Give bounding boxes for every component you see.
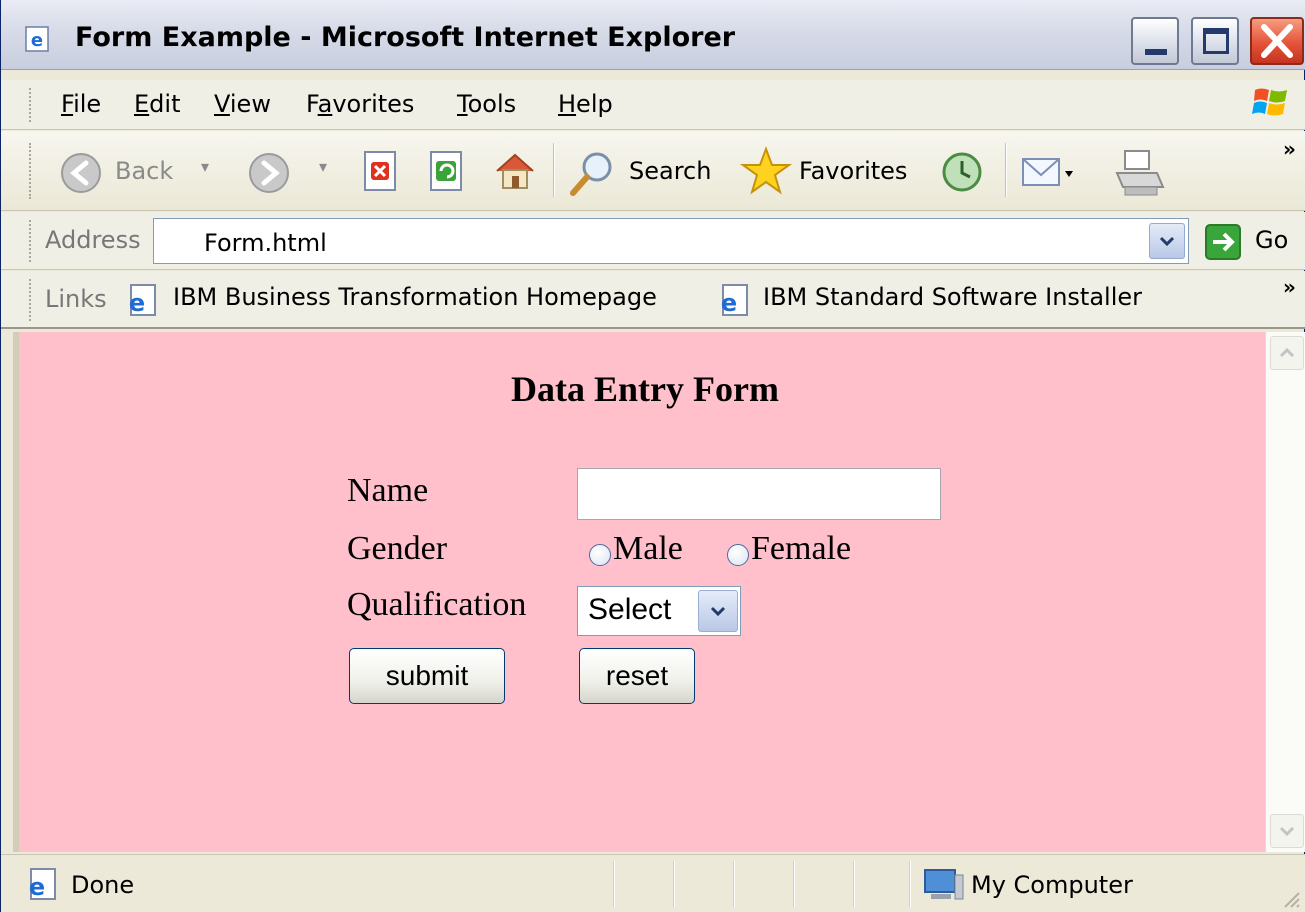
qualification-selected-value: Select bbox=[588, 593, 672, 626]
search-magnifier-icon[interactable] bbox=[567, 149, 619, 199]
favorites-star-icon[interactable] bbox=[739, 145, 793, 199]
browser-window: e Form Example - Microsoft Internet Expl… bbox=[0, 0, 1305, 912]
minimize-icon bbox=[1145, 49, 1167, 55]
window-title: Form Example - Microsoft Internet Explor… bbox=[75, 22, 736, 53]
ie-page-icon: e bbox=[29, 868, 56, 901]
gender-label: Gender bbox=[347, 530, 448, 567]
status-divider bbox=[853, 861, 855, 907]
refresh-icon[interactable] bbox=[427, 149, 467, 195]
page-content: Data Entry Form Name Gender Male Female … bbox=[13, 332, 1265, 852]
address-dropdown-button[interactable] bbox=[1149, 223, 1185, 259]
status-divider bbox=[733, 861, 735, 907]
qualification-select[interactable]: Select bbox=[577, 586, 741, 636]
chevron-down-icon bbox=[710, 606, 726, 617]
menu-bar: File Edit View Favorites Tools Help bbox=[1, 80, 1305, 130]
address-value: Form.html bbox=[204, 229, 327, 257]
menu-file[interactable]: File bbox=[61, 90, 101, 118]
forward-arrow-icon[interactable] bbox=[247, 151, 291, 195]
status-divider bbox=[673, 861, 675, 907]
scroll-up-button[interactable] bbox=[1270, 336, 1304, 370]
gender-female-radio[interactable] bbox=[727, 544, 749, 566]
forward-dropdown-icon[interactable]: ▾ bbox=[319, 157, 327, 176]
my-computer-icon bbox=[924, 869, 964, 900]
toolbar-separator bbox=[553, 143, 555, 197]
windows-logo-icon bbox=[1252, 88, 1287, 116]
submit-button[interactable]: submit bbox=[349, 648, 505, 704]
menu-grip[interactable] bbox=[29, 88, 33, 122]
maximize-icon bbox=[1203, 28, 1229, 54]
menu-tools[interactable]: Tools bbox=[457, 90, 516, 118]
go-button-label[interactable]: Go bbox=[1255, 226, 1288, 254]
back-dropdown-icon[interactable]: ▾ bbox=[201, 157, 209, 176]
menu-favorites[interactable]: Favorites bbox=[306, 90, 414, 118]
chevron-up-icon bbox=[1279, 347, 1295, 358]
history-icon[interactable] bbox=[939, 149, 985, 195]
home-icon[interactable] bbox=[491, 147, 539, 195]
svg-text:e: e bbox=[31, 30, 43, 51]
svg-text:e: e bbox=[29, 873, 45, 901]
status-divider bbox=[613, 861, 615, 907]
title-bar[interactable]: e Form Example - Microsoft Internet Expl… bbox=[1, 0, 1305, 70]
go-arrow-icon[interactable] bbox=[1205, 224, 1241, 260]
links-bar: Links e IBM Business Transformation Home… bbox=[1, 271, 1305, 329]
maximize-button[interactable] bbox=[1191, 17, 1239, 65]
address-bar: Address Form.html Go bbox=[1, 212, 1305, 270]
toolbar-grip[interactable] bbox=[29, 143, 33, 199]
toolbar-separator bbox=[1005, 143, 1007, 197]
toolbar-overflow-icon[interactable]: » bbox=[1283, 137, 1296, 161]
security-zone-label: My Computer bbox=[971, 871, 1133, 899]
close-button[interactable] bbox=[1250, 17, 1304, 65]
back-arrow-icon[interactable] bbox=[59, 151, 103, 195]
status-divider bbox=[909, 861, 911, 907]
address-grip[interactable] bbox=[29, 220, 33, 262]
chevron-down-icon bbox=[1279, 826, 1295, 837]
search-button-label[interactable]: Search bbox=[629, 157, 711, 185]
address-label: Address bbox=[45, 226, 141, 254]
favorites-button-label[interactable]: Favorites bbox=[799, 157, 907, 185]
gender-male-label[interactable]: Male bbox=[613, 530, 683, 568]
minimize-button[interactable] bbox=[1131, 17, 1179, 65]
mail-icon[interactable] bbox=[1019, 149, 1075, 195]
links-label: Links bbox=[45, 285, 107, 313]
qualification-dropdown-button[interactable] bbox=[698, 590, 738, 632]
vertical-scrollbar[interactable] bbox=[1265, 332, 1305, 852]
menu-edit[interactable]: Edit bbox=[134, 90, 180, 118]
qualification-label: Qualification bbox=[347, 586, 527, 623]
status-bar: e Done My Computer bbox=[1, 854, 1305, 912]
links-grip[interactable] bbox=[29, 279, 33, 321]
status-divider bbox=[793, 861, 795, 907]
printer-icon[interactable] bbox=[1111, 147, 1167, 201]
menu-view[interactable]: View bbox=[214, 90, 271, 118]
address-input[interactable]: Form.html bbox=[153, 218, 1189, 264]
ie-link-icon[interactable]: e bbox=[121, 283, 159, 319]
gender-male-radio[interactable] bbox=[589, 544, 611, 566]
link-ibm-software-installer[interactable]: IBM Standard Software Installer bbox=[763, 283, 1142, 311]
back-button-label[interactable]: Back bbox=[115, 157, 173, 185]
standard-toolbar: Back ▾ ▾ Search Favorites » bbox=[1, 131, 1305, 211]
status-text: Done bbox=[71, 871, 135, 899]
gender-female-label[interactable]: Female bbox=[751, 530, 851, 568]
scroll-down-button[interactable] bbox=[1270, 814, 1304, 848]
page-title: Data Entry Form bbox=[511, 369, 779, 409]
name-label: Name bbox=[347, 472, 429, 509]
resize-grip-icon[interactable] bbox=[1279, 887, 1301, 909]
close-icon bbox=[1261, 24, 1293, 58]
links-overflow-icon[interactable]: » bbox=[1283, 275, 1296, 299]
menu-help[interactable]: Help bbox=[558, 90, 613, 118]
chevron-down-icon bbox=[1159, 236, 1175, 247]
svg-text:e: e bbox=[721, 289, 737, 317]
ie-page-icon: e bbox=[25, 26, 49, 52]
reset-button[interactable]: reset bbox=[579, 648, 695, 704]
stop-icon[interactable] bbox=[361, 149, 401, 195]
ie-link-icon[interactable]: e bbox=[713, 283, 751, 319]
name-input[interactable] bbox=[577, 468, 941, 520]
svg-text:e: e bbox=[129, 289, 145, 317]
link-ibm-business-transformation[interactable]: IBM Business Transformation Homepage bbox=[173, 283, 657, 311]
